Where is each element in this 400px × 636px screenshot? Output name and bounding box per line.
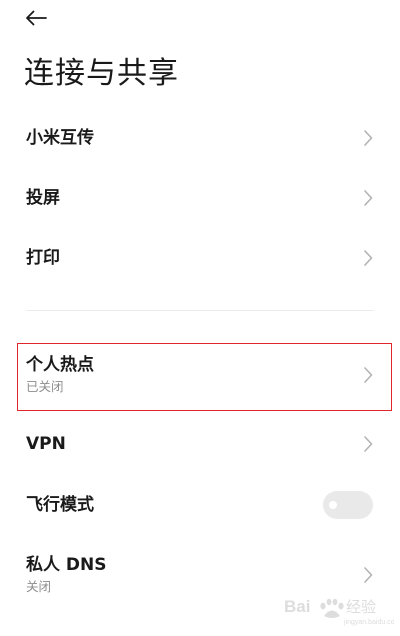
settings-item-label: 私人 DNS bbox=[26, 555, 107, 575]
back-button[interactable] bbox=[22, 6, 50, 30]
chevron-right-icon bbox=[364, 190, 373, 206]
settings-item-private-dns[interactable]: 私人 DNS 关闭 bbox=[0, 545, 400, 609]
chevron-right-icon bbox=[364, 367, 373, 383]
settings-item-label: 飞行模式 bbox=[26, 495, 94, 515]
airplane-mode-toggle[interactable] bbox=[323, 491, 373, 519]
chevron-right-icon bbox=[364, 567, 373, 583]
chevron-right-icon bbox=[364, 130, 373, 146]
settings-item-hotspot[interactable]: 个人热点 已关闭 bbox=[0, 345, 400, 409]
settings-item-label: 个人热点 bbox=[26, 355, 94, 375]
settings-item-print[interactable]: 打印 bbox=[0, 230, 400, 286]
settings-item-cast[interactable]: 投屏 bbox=[0, 170, 400, 226]
settings-item-status: 已关闭 bbox=[26, 379, 64, 394]
page-title: 连接与共享 bbox=[24, 56, 179, 91]
settings-item-vpn[interactable]: VPN bbox=[0, 416, 400, 472]
section-divider bbox=[26, 310, 374, 311]
settings-item-label: 小米互传 bbox=[26, 128, 94, 148]
settings-item-label: 投屏 bbox=[26, 188, 60, 208]
settings-item-mi-share[interactable]: 小米互传 bbox=[0, 110, 400, 166]
chevron-right-icon bbox=[364, 436, 373, 452]
settings-item-label: 打印 bbox=[26, 248, 60, 268]
settings-item-status: 关闭 bbox=[26, 579, 52, 594]
svg-text:jingyan.baidu.com: jingyan.baidu.com bbox=[343, 619, 394, 626]
chevron-right-icon bbox=[364, 250, 373, 266]
arrow-left-icon bbox=[26, 10, 47, 26]
settings-item-label: VPN bbox=[26, 434, 66, 454]
toggle-knob bbox=[329, 501, 337, 509]
